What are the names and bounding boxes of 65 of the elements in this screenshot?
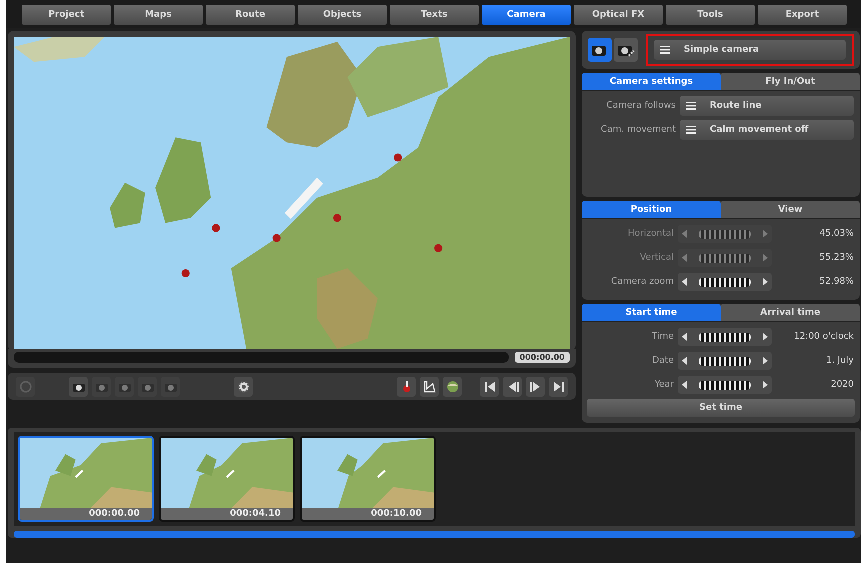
gear-icon <box>236 380 250 394</box>
globe-button[interactable] <box>443 376 462 396</box>
step-forward-icon <box>528 380 542 394</box>
settings-tab[interactable]: Camera settings <box>582 73 721 90</box>
menu-icon <box>660 46 670 54</box>
circle-icon <box>18 380 32 394</box>
keyframe-time: 000:10.00 <box>302 508 434 520</box>
jog-slider[interactable] <box>678 352 772 370</box>
main-tab[interactable]: Camera <box>482 5 571 25</box>
main-tab[interactable]: Tools <box>666 5 755 25</box>
setting-label: Camera follows <box>606 101 676 111</box>
slider-label: Horizontal <box>627 229 674 239</box>
pin-button[interactable] <box>397 376 416 396</box>
settings-tab[interactable]: Fly In/Out <box>721 73 860 90</box>
slider-reading: 52.98% <box>818 277 854 287</box>
main-tab[interactable]: Route <box>206 5 295 25</box>
next-button[interactable] <box>526 376 545 396</box>
slider-reading: 45.03% <box>818 229 854 239</box>
time-tab[interactable]: Arrival time <box>721 304 860 321</box>
main-tab[interactable]: Maps <box>114 5 203 25</box>
keyframe-time: 000:00.00 <box>20 508 152 520</box>
keyframe-time: 000:04.10 <box>161 508 293 520</box>
angle-icon <box>422 380 436 394</box>
first-button[interactable] <box>480 376 499 396</box>
jog-slider[interactable] <box>678 273 772 291</box>
slider-label: Time <box>650 332 674 342</box>
camera-mode-button[interactable] <box>588 38 612 62</box>
menu-icon <box>686 126 696 134</box>
position-tab[interactable]: Position <box>582 201 721 218</box>
timecode: 000:00.00 <box>514 352 570 363</box>
jog-slider[interactable] <box>678 376 772 394</box>
position-tab[interactable]: View <box>721 201 860 218</box>
slider-reading: 12:00 o'clock <box>793 332 854 342</box>
slider-label: Date <box>651 356 674 366</box>
main-tab[interactable]: Objects <box>298 5 387 25</box>
time-tab[interactable]: Start time <box>582 304 721 321</box>
slider-label: Year <box>654 380 674 390</box>
slider-reading: 55.23% <box>818 253 854 263</box>
main-tab[interactable]: Texts <box>390 5 479 25</box>
camera-path-mode-button[interactable] <box>614 38 638 62</box>
setting-dropdown[interactable]: Route line <box>680 96 854 116</box>
slider-reading: 2020 <box>830 380 854 390</box>
slider-label: Vertical <box>639 253 674 263</box>
main-tab[interactable]: Export <box>758 5 847 25</box>
setting-label: Cam. movement <box>600 125 676 135</box>
skip-end-icon <box>552 380 566 394</box>
camera-type-dropdown[interactable]: Simple camera <box>654 40 846 60</box>
prev-button[interactable] <box>503 376 522 396</box>
jog-slider[interactable] <box>678 328 772 346</box>
main-tab[interactable]: Project <box>22 5 111 25</box>
skip-start-icon <box>482 380 496 394</box>
main-tab[interactable]: Optical FX <box>574 5 663 25</box>
last-button[interactable] <box>549 376 568 396</box>
camera-button[interactable] <box>69 376 88 396</box>
keyframe-thumbnail[interactable]: 000:04.10 <box>159 436 295 522</box>
slider-label: Camera zoom <box>610 277 674 287</box>
set-time-button[interactable]: Set time <box>587 399 855 417</box>
setting-dropdown[interactable]: Calm movement off <box>680 120 854 140</box>
gear-button[interactable] <box>234 376 253 396</box>
globe-icon <box>446 380 460 394</box>
slider-reading: 1. July <box>825 356 854 366</box>
menu-icon <box>686 102 696 110</box>
keyframe-thumbnail[interactable]: 000:10.00 <box>300 436 436 522</box>
ruler-button[interactable] <box>420 376 439 396</box>
keyframe-thumbnail[interactable]: 000:00.00 <box>18 436 154 522</box>
